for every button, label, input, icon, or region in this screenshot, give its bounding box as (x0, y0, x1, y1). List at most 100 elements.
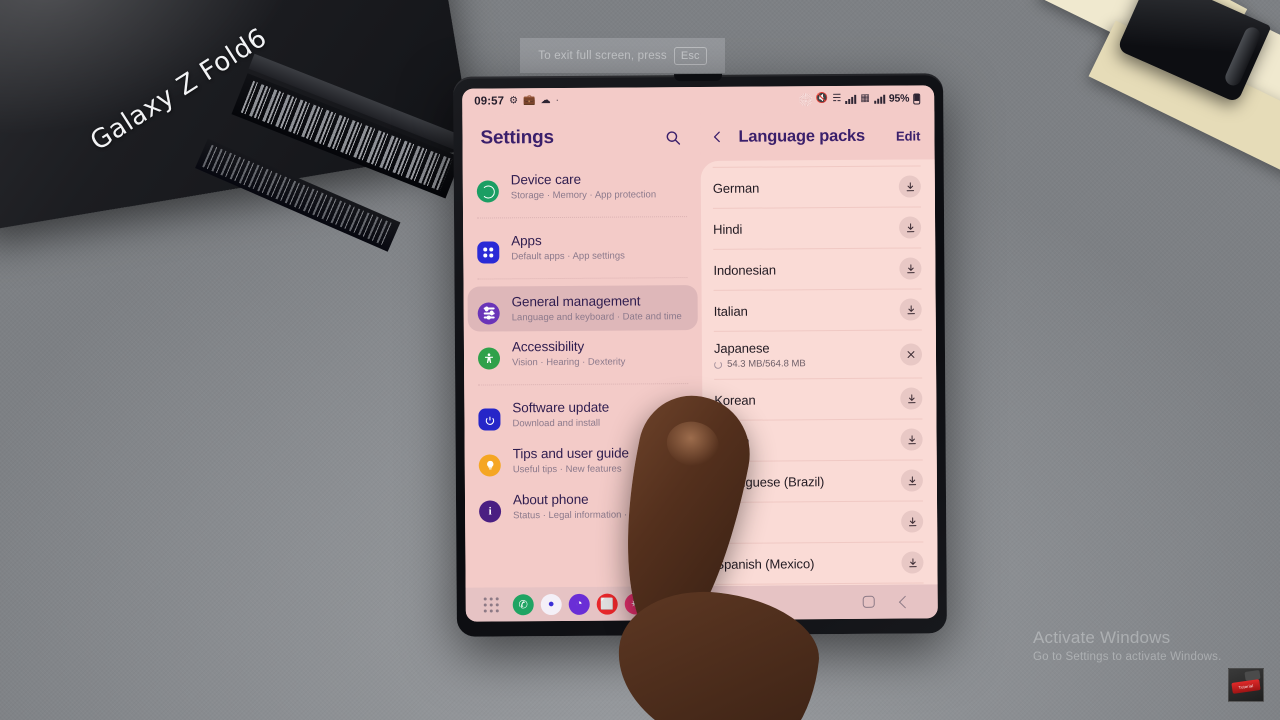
instagram-app-icon[interactable]: ▣ (652, 592, 674, 614)
activate-windows-watermark: Activate Windows Go to Settings to activ… (1033, 628, 1222, 663)
taskbar-apps[interactable]: ✆ ● ◔ ⬜ ✷ ▣ ♫ ✆ (512, 592, 737, 615)
software-update-icon (478, 408, 501, 431)
download-icon[interactable] (898, 175, 921, 198)
briefcase-icon: 💼 (523, 95, 536, 107)
home-nav-icon[interactable] (862, 595, 875, 608)
settings-item-apps[interactable]: Apps Default apps · App settings (463, 224, 701, 271)
galaxy-fold-device: 09:57 ⚙ 💼 ☁ · 🔇 ☴ ▦ 95% Settings Device … (453, 73, 947, 637)
tips-icon (478, 454, 501, 477)
language-row-text: Polish (715, 433, 750, 448)
download-icon[interactable] (900, 387, 923, 410)
settings-item-general-management[interactable]: General management Language and keyboard … (467, 284, 698, 333)
language-row[interactable] (715, 501, 924, 544)
download-icon[interactable] (899, 216, 922, 239)
settings-item-title: Accessibility (511, 339, 585, 355)
settings-item-device-care[interactable]: Device care Storage · Memory · App protec… (463, 163, 701, 210)
download-progress: 54.3 MB/564.8 MB (714, 358, 806, 370)
settings-item-title: Software update (512, 399, 610, 416)
settings-item-title: Apps (511, 232, 542, 249)
messages-app-icon[interactable]: ● (540, 593, 562, 615)
settings-item-title: General management (511, 293, 641, 309)
download-icon[interactable] (901, 510, 924, 533)
settings-item-accessibility[interactable]: Accessibility Vision · Hearing · Dexterit… (464, 330, 702, 377)
general-management-icon (477, 302, 500, 325)
chevron-left-icon[interactable] (706, 122, 728, 152)
download-icon[interactable] (900, 469, 923, 492)
download-icon[interactable] (901, 551, 924, 574)
settings-pane: Settings Device care Storage · Memory · A… (462, 112, 704, 588)
settings-item-about-phone[interactable]: i About phone Status · Legal information ·… (465, 483, 703, 530)
download-icon[interactable] (900, 428, 923, 451)
language-name: Italian (713, 303, 748, 319)
wifi-icon: ☴ (832, 93, 842, 105)
edit-button[interactable]: Edit (896, 128, 921, 143)
language-row-text: Japanese 54.3 MB/564.8 MB (714, 340, 806, 370)
status-bar-right: 🔇 ☴ ▦ 95% (798, 92, 921, 106)
watermark-circle-icon (798, 92, 812, 106)
gallery-app-icon[interactable]: ✷ (624, 592, 646, 615)
settings-item-subtitle: Status · Legal information · Phone name (513, 508, 684, 522)
apps-icon (477, 241, 500, 264)
language-row[interactable]: Hindi (712, 207, 922, 250)
language-row[interactable]: Indonesian (713, 248, 922, 291)
settings-item-subtitle: Default apps · App settings (511, 250, 625, 263)
download-icon[interactable] (899, 298, 922, 321)
spotify-app-icon[interactable]: ♫ (680, 592, 702, 614)
settings-list[interactable]: Device care Storage · Memory · App protec… (463, 161, 704, 588)
language-name: Indonesian (713, 261, 777, 278)
back-nav-icon[interactable] (898, 595, 912, 608)
accessibility-icon (477, 347, 501, 370)
fullscreen-hint-text: To exit full screen, press (538, 49, 667, 62)
settings-item-subtitle: Language and keyboard · Date and time (511, 310, 682, 323)
language-row[interactable]: Portuguese (Brazil) (714, 460, 924, 503)
phone-app-icon[interactable]: ✆ (512, 593, 534, 615)
settings-item-subtitle: Storage · Memory · App protection (510, 189, 657, 202)
settings-item-title: Tips and user guide (512, 445, 629, 462)
app-grid-icon[interactable] (483, 596, 499, 613)
settings-item-software-update[interactable]: Software update Download and install (464, 391, 702, 438)
status-bar-left: 09:57 ⚙ 💼 ☁ · (474, 95, 559, 108)
corner-thumbnail-logo: Tutorial (1228, 668, 1264, 702)
language-row[interactable]: Polish (714, 419, 923, 462)
wood-hinge-object (1000, 0, 1280, 190)
language-name: Polish (714, 433, 750, 449)
watermark-title: Activate Windows (1033, 628, 1171, 647)
device-notch (674, 73, 723, 82)
language-packs-list[interactable]: German Hindi Indonesian Italian Japanese 54.3… (701, 165, 938, 586)
search-icon[interactable] (660, 125, 684, 149)
about-phone-icon: i (479, 500, 502, 523)
settings-divider (477, 276, 688, 280)
language-name: Hindi (713, 221, 743, 237)
language-name: Spanish (Mexico) (715, 555, 815, 572)
settings-item-title: Device care (510, 171, 582, 188)
language-row[interactable]: Italian (713, 289, 922, 332)
samsung-internet-app-icon[interactable]: ◔ (568, 593, 590, 615)
split-view: Settings Device care Storage · Memory · A… (462, 111, 938, 588)
settings-item-tips-and-user-guide[interactable]: Tips and user guide Useful tips · New fea… (465, 437, 703, 484)
taskbar: ✆ ● ◔ ⬜ ✷ ▣ ♫ ✆ (465, 584, 938, 622)
download-icon[interactable] (899, 257, 922, 280)
status-bar: 09:57 ⚙ 💼 ☁ · 🔇 ☴ ▦ 95% (462, 85, 935, 115)
language-row-text: Indonesian (713, 262, 776, 277)
gear-icon: ⚙ (509, 95, 519, 107)
language-row[interactable]: Japanese 54.3 MB/564.8 MB (713, 330, 923, 380)
whatsapp-app-icon[interactable]: ✆ (708, 592, 730, 614)
language-packs-pane: Language packs Edit German Hindi Indonesia… (700, 111, 938, 586)
cloud-icon: ☁ (540, 95, 551, 107)
settings-item-title: About phone (512, 491, 589, 508)
device-screen: 09:57 ⚙ 💼 ☁ · 🔇 ☴ ▦ 95% Settings Device … (462, 85, 938, 622)
language-row[interactable]: Spanish (Mexico) (715, 542, 924, 585)
notes-app-icon[interactable]: ⬜ (596, 593, 618, 615)
sim-icon: ▦ (860, 92, 870, 104)
cancel-icon[interactable] (899, 342, 923, 366)
language-row-text: Hindi (713, 221, 742, 236)
language-row-text: Korean (714, 392, 755, 407)
navigation-bar (862, 595, 924, 608)
language-row[interactable]: German (712, 165, 921, 209)
fullscreen-hint: To exit full screen, press Esc (520, 38, 725, 73)
language-row[interactable]: Korean (714, 378, 923, 421)
language-packs-title: Language packs (738, 126, 866, 146)
page-title: Settings (480, 127, 554, 149)
status-time: 09:57 (474, 95, 505, 108)
corner-key-label: Tutorial (1238, 682, 1254, 691)
